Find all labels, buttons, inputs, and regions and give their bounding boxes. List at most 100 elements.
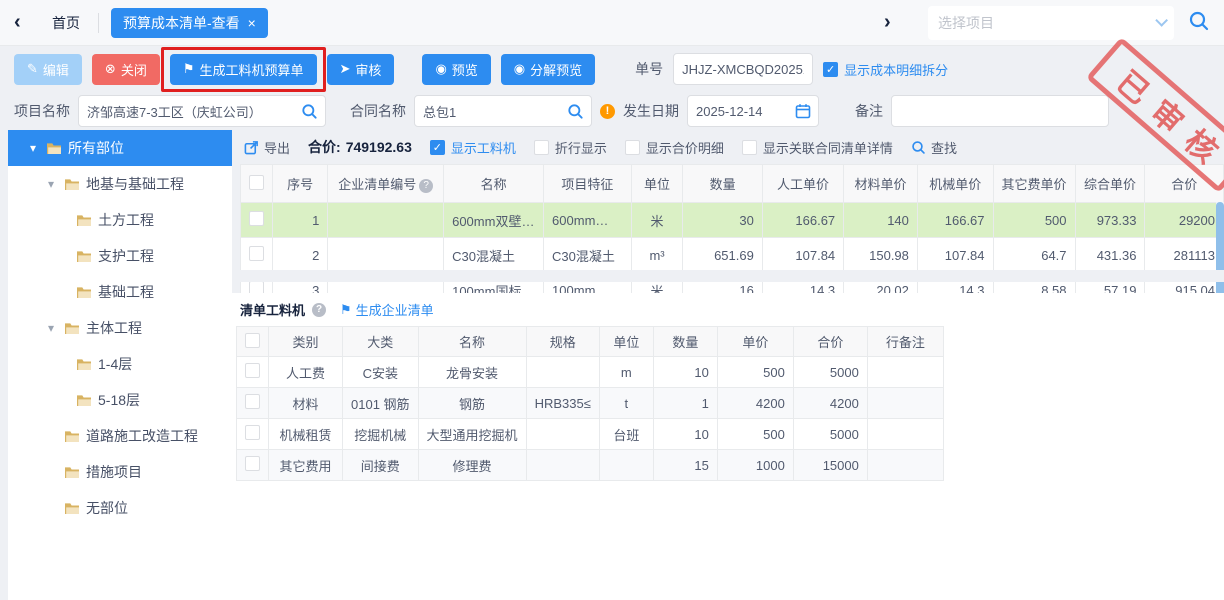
row-checkbox[interactable] xyxy=(245,425,260,440)
table-option-checkbox-3[interactable]: 显示关联合同清单详情 xyxy=(742,138,893,157)
column-header[interactable]: 类别 xyxy=(269,327,343,357)
checkbox-checked[interactable]: ✓ xyxy=(430,140,445,155)
folder-icon xyxy=(64,322,80,335)
column-header[interactable]: 行备注 xyxy=(867,327,943,357)
tree-item-label: 主体工程 xyxy=(86,318,142,338)
project-select[interactable]: 选择项目 xyxy=(928,6,1174,40)
column-header[interactable]: 机械单价 xyxy=(917,165,993,203)
checkbox-unchecked[interactable] xyxy=(625,140,640,155)
tree-item-0[interactable]: ▾所有部位 xyxy=(8,130,232,166)
generate-enterprise-list-button[interactable]: ⚑ 生成企业清单 xyxy=(340,300,434,319)
audit-button[interactable]: ➤ 审核 xyxy=(327,54,395,85)
table-row-0[interactable]: 人工费C安装龙骨安装m105005000 xyxy=(237,357,944,388)
calendar-icon[interactable] xyxy=(795,103,811,119)
tree-item-2[interactable]: 土方工程 xyxy=(8,202,232,238)
select-all-checkbox[interactable] xyxy=(237,327,269,357)
checkbox-unchecked[interactable] xyxy=(742,140,757,155)
tree-item-3[interactable]: 支护工程 xyxy=(8,238,232,274)
find-button[interactable]: 查找 xyxy=(911,138,957,157)
table-row-2[interactable]: 机械租赁挖掘机械大型通用挖掘机台班105005000 xyxy=(237,419,944,450)
row-checkbox[interactable] xyxy=(245,363,260,378)
edit-button[interactable]: ✎ 编辑 xyxy=(14,54,82,85)
column-header[interactable]: 单价 xyxy=(717,327,793,357)
tree-item-7[interactable]: 5-18层 xyxy=(8,382,232,418)
column-header[interactable]: 合价 xyxy=(793,327,867,357)
column-header[interactable]: 材料单价 xyxy=(844,165,918,203)
table-row-1[interactable]: 2C30混凝土C30混凝土m³651.69107.84150.98107.846… xyxy=(241,238,1224,273)
tab-budget-cost-list[interactable]: 预算成本清单-查看 × xyxy=(111,8,268,38)
table-option-checkbox-2[interactable]: 显示合价明细 xyxy=(625,138,724,157)
preview-button[interactable]: ◉ 预览 xyxy=(422,54,490,85)
search-icon[interactable] xyxy=(301,103,318,120)
caret-down-icon[interactable]: ▾ xyxy=(30,141,46,155)
column-header[interactable]: 单位 xyxy=(599,327,653,357)
search-icon[interactable] xyxy=(1188,10,1210,35)
row-checkbox[interactable] xyxy=(245,456,260,471)
column-header[interactable]: 数量 xyxy=(683,165,763,203)
tree-item-6[interactable]: 1-4层 xyxy=(8,346,232,382)
folder-icon xyxy=(64,466,80,479)
show-cost-split-checkbox[interactable]: ✓ 显示成本明细拆分 xyxy=(823,60,948,79)
column-header[interactable]: 名称 xyxy=(444,165,544,203)
table-row-3[interactable]: 其它费用间接费修理费15100015000 xyxy=(237,450,944,481)
tab-home[interactable]: 首页 xyxy=(38,13,98,33)
table-option-checkbox-0[interactable]: ✓显示工料机 xyxy=(430,138,516,157)
search-icon[interactable] xyxy=(567,103,584,120)
tree-item-1[interactable]: ▾地基与基础工程 xyxy=(8,166,232,202)
checkbox-unchecked[interactable] xyxy=(534,140,549,155)
tree-item-8[interactable]: 道路施工改造工程 xyxy=(8,418,232,454)
generate-budget-button[interactable]: ⚑ 生成工料机预算单 xyxy=(170,54,317,85)
row-checkbox[interactable] xyxy=(249,211,264,226)
panel-title: 清单工料机 ? xyxy=(240,300,326,319)
total-value: 749192.63 xyxy=(346,139,412,155)
table-row-1[interactable]: 材料0101 钢筋钢筋HRB335≤t142004200 xyxy=(237,388,944,419)
tree-item-10[interactable]: 无部位 xyxy=(8,490,232,526)
cell xyxy=(328,238,444,273)
table-row-0[interactable]: 1600mm双壁…600mm…米30166.67140166.67500973.… xyxy=(241,203,1224,238)
total-price: 合价: 749192.63 xyxy=(308,137,412,157)
cell: 钢筋 xyxy=(418,388,526,419)
back-icon[interactable]: ‹ xyxy=(14,11,38,34)
project-name-input[interactable] xyxy=(78,95,326,127)
eye-icon: ◉ xyxy=(514,61,525,77)
cell: 281113 xyxy=(1145,238,1224,273)
cell: 600mm… xyxy=(544,203,632,238)
column-header[interactable]: 名称 xyxy=(418,327,526,357)
remark-input[interactable] xyxy=(891,95,1109,127)
export-button[interactable]: 导出 xyxy=(244,138,290,157)
tree-item-5[interactable]: ▾ 主体工程 xyxy=(8,310,232,346)
close-circle-icon: ⊗ xyxy=(105,61,116,77)
close-button[interactable]: ⊗ 关闭 xyxy=(92,54,160,85)
checkbox-checked[interactable]: ✓ xyxy=(823,62,838,77)
column-header[interactable]: 其它费单价 xyxy=(993,165,1075,203)
tab-close-icon[interactable]: × xyxy=(248,15,256,31)
checkbox-unchecked[interactable] xyxy=(249,175,264,190)
contract-name-input[interactable] xyxy=(414,95,592,127)
column-header[interactable]: 规格 xyxy=(526,327,599,357)
row-checkbox[interactable] xyxy=(245,394,260,409)
order-no-input[interactable] xyxy=(673,53,813,85)
row-checkbox[interactable] xyxy=(249,246,264,261)
decompose-preview-button[interactable]: ◉ 分解预览 xyxy=(501,54,595,85)
column-header[interactable]: 大类 xyxy=(343,327,419,357)
select-all-checkbox[interactable] xyxy=(241,165,273,203)
tree-item-4[interactable]: 基础工程 xyxy=(8,274,232,310)
column-header[interactable]: 人工单价 xyxy=(762,165,843,203)
checkbox-unchecked[interactable] xyxy=(245,333,260,348)
cell xyxy=(867,357,943,388)
column-header[interactable]: 序号 xyxy=(273,165,328,203)
tree-item-9[interactable]: 措施项目 xyxy=(8,454,232,490)
order-no-label: 单号 xyxy=(635,59,663,79)
table-option-checkbox-1[interactable]: 折行显示 xyxy=(534,138,607,157)
folder-icon xyxy=(64,502,80,515)
column-header[interactable]: 单位 xyxy=(631,165,683,203)
caret-down-icon[interactable]: ▾ xyxy=(48,177,64,191)
cell xyxy=(867,388,943,419)
forward-icon[interactable]: › xyxy=(884,11,908,34)
column-header[interactable]: 综合单价 xyxy=(1075,165,1145,203)
column-header[interactable]: 项目特征 xyxy=(544,165,632,203)
tree-item-label: 基础工程 xyxy=(98,282,154,302)
column-header[interactable]: 数量 xyxy=(653,327,717,357)
caret-down-icon[interactable]: ▾ xyxy=(48,321,64,335)
column-header[interactable]: 企业清单编号? xyxy=(328,165,444,203)
